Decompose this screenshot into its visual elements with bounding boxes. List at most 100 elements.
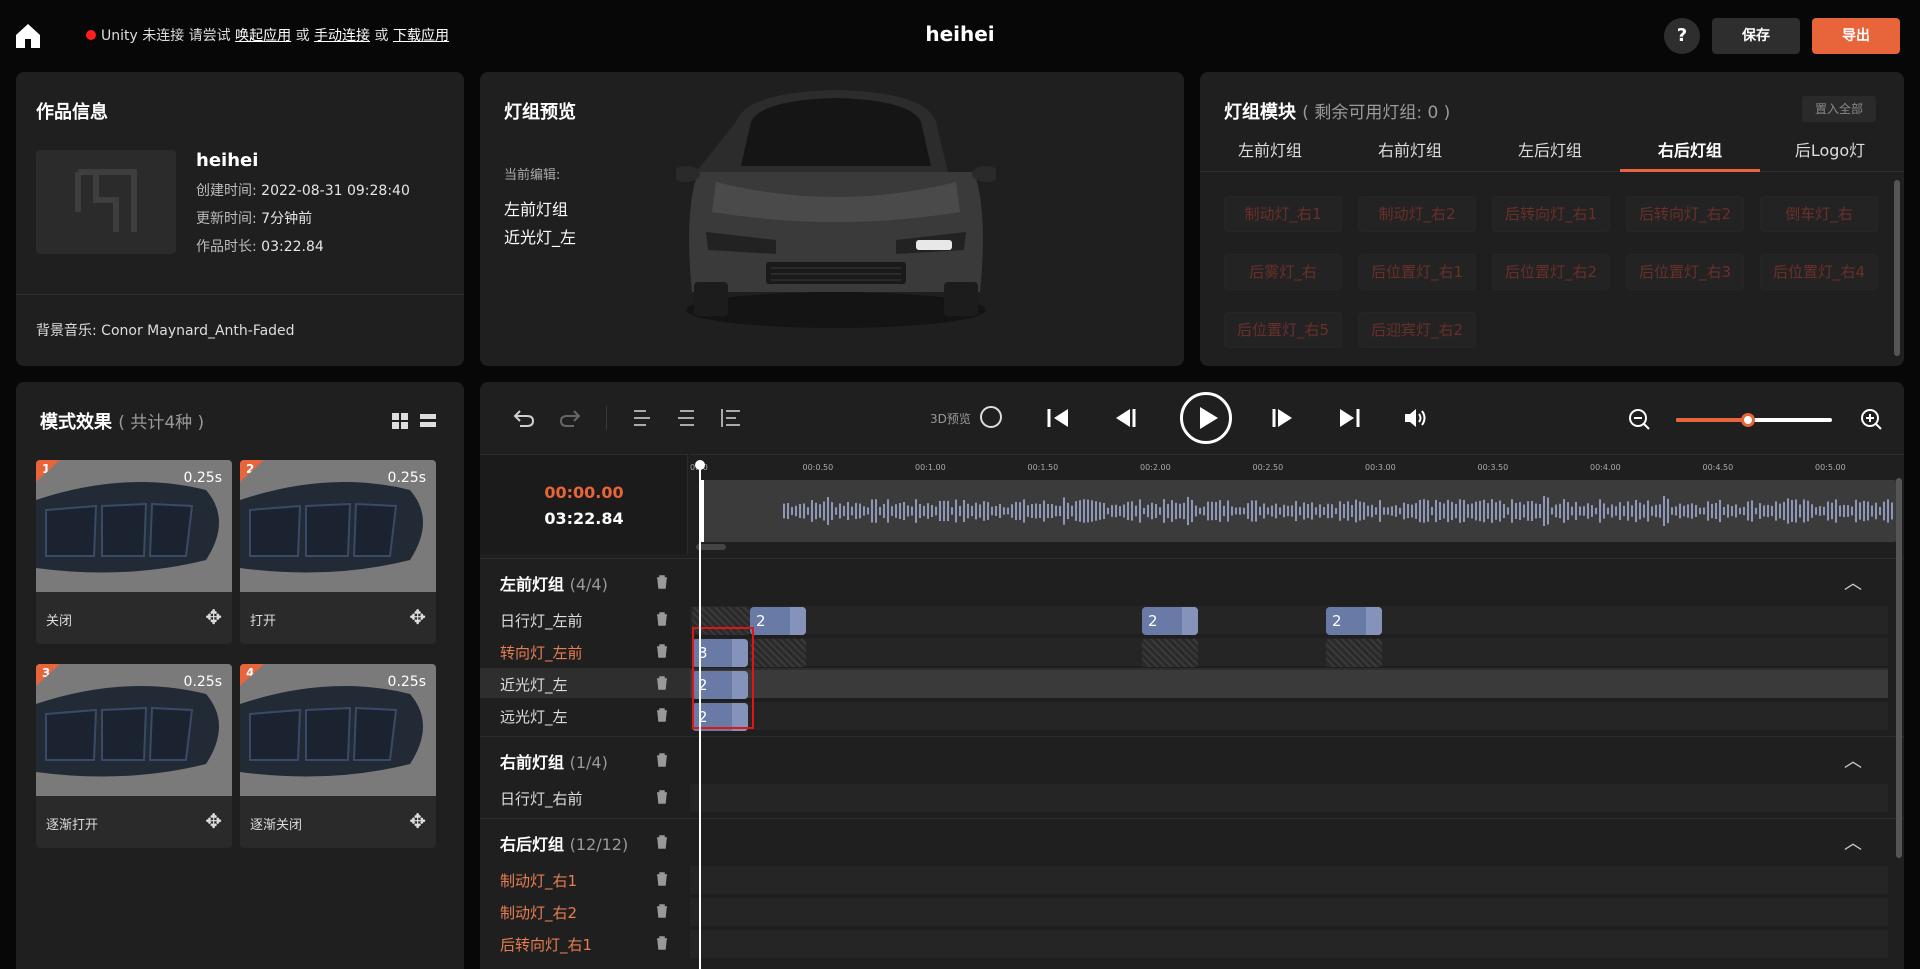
modules-subtitle: ( 剩余可用灯组: 0 )	[1302, 103, 1451, 123]
zoom-slider[interactable]	[1676, 413, 1832, 427]
ruler-tick-label: 00:4.00	[1590, 463, 1621, 472]
preview-3d-toggle[interactable]	[980, 406, 1002, 428]
trash-icon[interactable]	[656, 904, 668, 918]
module-chip[interactable]: 制动灯_右2	[1358, 196, 1476, 232]
align-start-icon[interactable]	[720, 408, 742, 428]
tab-right-rear[interactable]: 右后灯组	[1620, 134, 1760, 172]
trash-icon[interactable]	[656, 936, 668, 950]
effect-duration: 0.25s	[183, 470, 222, 486]
move-icon[interactable]: ✥	[205, 607, 222, 627]
timeline-scrollbar[interactable]	[1896, 478, 1902, 858]
track-lane[interactable]: 2	[690, 670, 1888, 699]
work-name: heihei	[196, 150, 259, 171]
current-time: 00:00.00	[544, 483, 624, 502]
ruler-tick-label: 00:5.00	[1815, 463, 1846, 472]
redo-icon[interactable]	[558, 406, 582, 430]
group-name: 左前灯组 (4/4)	[500, 571, 608, 595]
trash-icon[interactable]	[656, 708, 668, 722]
effect-block[interactable]: 2	[1326, 607, 1382, 635]
tab-rear-logo[interactable]: 后Logo灯	[1760, 134, 1900, 172]
align-center-icon[interactable]	[676, 408, 696, 428]
module-chip[interactable]: 倒车灯_右	[1760, 196, 1878, 232]
module-chip[interactable]: 后位置灯_右4	[1760, 254, 1878, 290]
module-chip[interactable]: 后雾灯_右	[1224, 254, 1342, 290]
trash-icon[interactable]	[656, 835, 668, 849]
track-lane[interactable]	[690, 866, 1888, 894]
download-app-link[interactable]: 下载应用	[393, 28, 449, 44]
trash-icon[interactable]	[656, 644, 668, 658]
background-music: 背景音乐: Conor Maynard_Anth-Faded	[36, 320, 295, 340]
volume-icon[interactable]	[1402, 406, 1428, 430]
move-icon[interactable]: ✥	[409, 811, 426, 831]
or-text: 或	[370, 28, 393, 44]
chevron-up-icon[interactable]: ︿	[1844, 569, 1862, 595]
audio-waveform[interactable]	[700, 480, 1896, 542]
zoom-in-icon[interactable]	[1860, 408, 1882, 430]
play-button[interactable]	[1180, 392, 1232, 444]
manual-connect-link[interactable]: 手动连接	[314, 28, 370, 44]
module-chip[interactable]: 后位置灯_右3	[1626, 254, 1744, 290]
step-forward-icon[interactable]	[1270, 406, 1296, 430]
save-button[interactable]: 保存	[1712, 18, 1800, 54]
trash-icon[interactable]	[656, 676, 668, 690]
group-name: 右前灯组 (1/4)	[500, 749, 608, 773]
module-chip[interactable]: 后转向灯_右2	[1626, 196, 1744, 232]
waveform-graphic	[783, 495, 1893, 527]
undo-icon[interactable]	[512, 406, 536, 430]
tab-left-rear[interactable]: 左后灯组	[1480, 134, 1620, 172]
module-chip[interactable]: 后位置灯_右1	[1358, 254, 1476, 290]
module-tabs: 左前灯组 右前灯组 左后灯组 右后灯组 后Logo灯	[1200, 134, 1904, 172]
step-back-icon[interactable]	[1112, 406, 1138, 430]
trash-icon[interactable]	[656, 575, 668, 589]
track-lane[interactable]: 3	[690, 638, 1888, 667]
group-title: 左前灯组	[500, 575, 565, 594]
duration-label: 作品时长:	[196, 239, 257, 255]
help-button[interactable]: ?	[1664, 18, 1700, 54]
grid-view-icon[interactable]	[392, 412, 438, 430]
track-lane[interactable]: 2 2 2	[690, 606, 1888, 635]
track-lane[interactable]: 2	[690, 702, 1888, 731]
module-chip[interactable]: 后转向灯_右1	[1492, 196, 1610, 232]
group-count: (1/4)	[569, 753, 608, 772]
tab-left-front[interactable]: 左前灯组	[1200, 134, 1340, 172]
add-all-button[interactable]: 置入全部	[1802, 96, 1876, 122]
trash-icon[interactable]	[656, 790, 668, 804]
home-icon[interactable]	[14, 22, 42, 50]
launch-app-link[interactable]: 唤起应用	[235, 28, 291, 44]
effect-card[interactable]: 1 0.25s 关闭 ✥	[36, 460, 232, 644]
move-icon[interactable]: ✥	[409, 607, 426, 627]
trash-icon[interactable]	[656, 612, 668, 626]
zoom-slider-knob[interactable]	[1740, 413, 1755, 427]
skip-end-icon[interactable]	[1336, 406, 1362, 430]
playhead[interactable]	[699, 466, 701, 969]
track-lane[interactable]	[690, 898, 1888, 926]
move-icon[interactable]: ✥	[205, 811, 222, 831]
effect-card[interactable]: 4 0.25s 逐渐关闭 ✥	[240, 664, 436, 848]
modules-scrollbar[interactable]	[1894, 180, 1900, 356]
module-chip[interactable]: 后位置灯_右2	[1492, 254, 1610, 290]
effect-block[interactable]: 2	[750, 607, 806, 635]
module-chip[interactable]: 制动灯_右1	[1224, 196, 1342, 232]
effect-block[interactable]: 2	[1142, 607, 1198, 635]
ruler-tick-label: 00:2.00	[1140, 463, 1171, 472]
current-edit-label: 当前编辑:	[504, 168, 561, 183]
effect-card[interactable]: 3 0.25s 逐渐打开 ✥	[36, 664, 232, 848]
align-left-icon[interactable]	[632, 408, 652, 428]
track-lane[interactable]	[690, 930, 1888, 958]
tab-right-front[interactable]: 右前灯组	[1340, 134, 1480, 172]
chevron-up-icon[interactable]: ︿	[1844, 829, 1862, 855]
effect-card[interactable]: 2 0.25s 打开 ✥	[240, 460, 436, 644]
chevron-up-icon[interactable]: ︿	[1844, 747, 1862, 773]
time-ruler[interactable]: 0.0000:0.5000:1.0000:1.5000:2.0000:2.500…	[690, 454, 1904, 478]
trash-icon[interactable]	[656, 872, 668, 886]
trash-icon[interactable]	[656, 753, 668, 767]
group-title: 右前灯组	[500, 753, 565, 772]
zoom-out-icon[interactable]	[1628, 408, 1650, 430]
effect-name: 打开	[250, 614, 277, 629]
skip-start-icon[interactable]	[1046, 406, 1072, 430]
module-chip[interactable]: 后位置灯_右5	[1224, 312, 1342, 348]
track-lane[interactable]	[690, 784, 1888, 812]
light-group-row: 右前灯组 (1/4) ︿	[480, 736, 1904, 780]
export-button[interactable]: 导出	[1812, 18, 1900, 54]
module-chip[interactable]: 后迎宾灯_右2	[1358, 312, 1476, 348]
